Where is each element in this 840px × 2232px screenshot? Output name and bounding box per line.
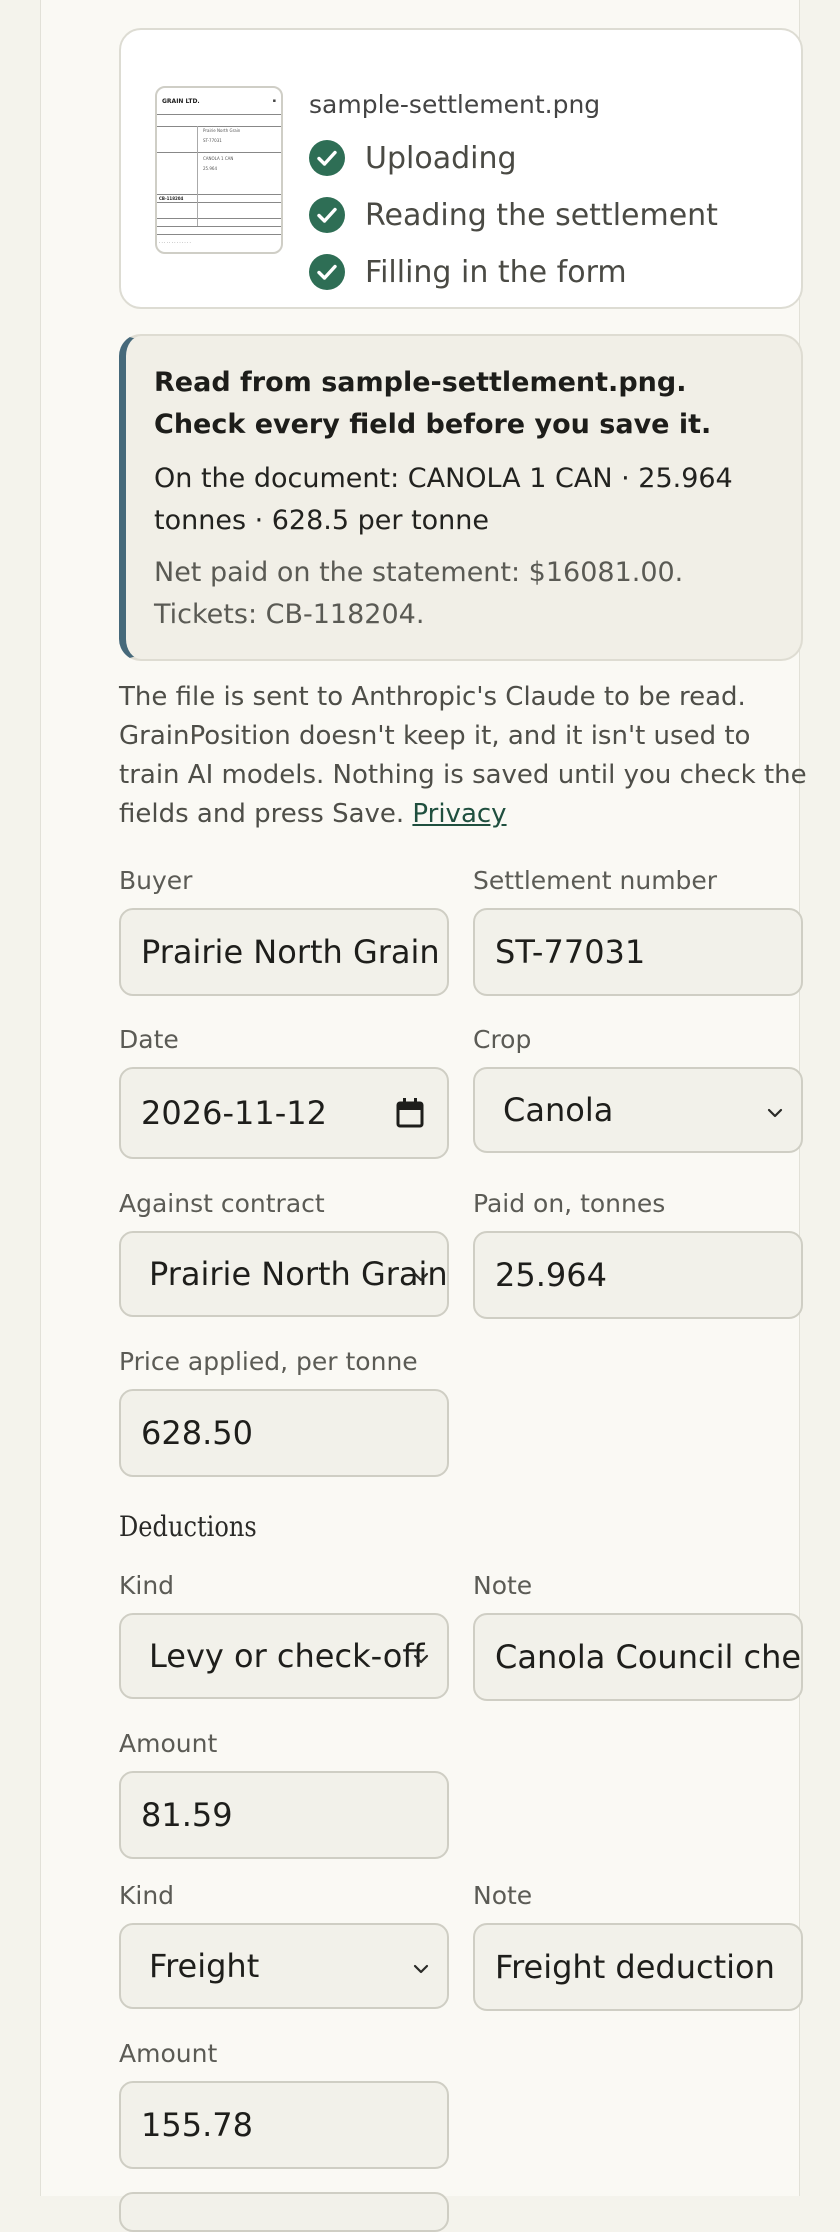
- step-label: Uploading: [365, 140, 517, 176]
- step-uploading: Uploading: [309, 138, 517, 178]
- thumbnail-corner-mark: ▪: [272, 98, 276, 104]
- tonnes-value: 25.964: [495, 1256, 607, 1294]
- deduction-kind-label: Kind: [119, 1571, 175, 1600]
- read-notice: Read from sample-settlement.png. Check e…: [119, 334, 803, 661]
- thumbnail-rule: [157, 194, 281, 195]
- upload-filename: sample-settlement.png: [309, 90, 601, 119]
- deduction-amount-label: Amount: [119, 2039, 218, 2068]
- deduction-note-value: Canola Council check-off: [495, 1638, 802, 1676]
- deduction-amount-input[interactable]: 155.78: [119, 2081, 449, 2169]
- settlement-number-value: ST-77031: [495, 933, 646, 971]
- deduction-note-input[interactable]: Canola Council check-off: [473, 1613, 803, 1701]
- price-input[interactable]: 628.50: [119, 1389, 449, 1477]
- thumbnail-line: Prairie North Grain: [203, 128, 241, 133]
- upload-status-card: GRAIN LTD. ▪ Prairie North Grain ST-7703…: [119, 28, 803, 309]
- step-label: Filling in the form: [365, 254, 627, 290]
- deduction-note-label: Note: [473, 1571, 533, 1600]
- deduction-kind-value: Freight: [149, 1947, 260, 1985]
- crop-value: Canola: [503, 1091, 614, 1129]
- date-label: Date: [119, 1025, 179, 1054]
- deduction-note-value: Freight deduction: [495, 1948, 775, 1986]
- deduction-kind-label: Kind: [119, 1881, 175, 1910]
- date-value: 2026-11-12: [141, 1094, 327, 1132]
- price-label: Price applied, per tonne: [119, 1347, 418, 1376]
- contract-label: Against contract: [119, 1189, 325, 1218]
- thumbnail-rule: [157, 218, 281, 219]
- tonnes-input[interactable]: 25.964: [473, 1231, 803, 1319]
- thumbnail-line: CANOLA 1 CAN: [203, 156, 234, 161]
- check-circle-icon: [309, 254, 345, 290]
- step-label: Reading the settlement: [365, 197, 718, 233]
- deduction-kind-value: Levy or check-off: [149, 1637, 425, 1675]
- thumbnail-line: CB-118204: [159, 196, 184, 201]
- thumbnail-rule: [157, 152, 281, 153]
- deduction-note-label: Note: [473, 1881, 533, 1910]
- check-circle-icon: [309, 140, 345, 176]
- chevron-down-icon: [413, 1959, 429, 1978]
- thumbnail-rule: [157, 226, 281, 227]
- deduction-kind-select[interactable]: Freight: [119, 1923, 449, 2009]
- calendar-icon[interactable]: [395, 1097, 425, 1133]
- thumbnail-column-rule: [197, 126, 198, 226]
- thumbnail-line: ST-77031: [203, 138, 222, 143]
- next-field-edge: [119, 2192, 449, 2232]
- thumbnail-header: GRAIN LTD.: [162, 98, 200, 105]
- chevron-down-icon: [413, 1267, 429, 1286]
- thumbnail-footer: · · · · · · · · · · · · ·: [159, 240, 191, 245]
- buyer-label: Buyer: [119, 866, 193, 895]
- deduction-amount-value: 155.78: [141, 2106, 253, 2144]
- check-circle-icon: [309, 197, 345, 233]
- tonnes-label: Paid on, tonnes: [473, 1189, 666, 1218]
- price-value: 628.50: [141, 1414, 253, 1452]
- settlement-number-input[interactable]: ST-77031: [473, 908, 803, 996]
- step-filling: Filling in the form: [309, 252, 627, 292]
- contract-select[interactable]: Prairie North Grain: [119, 1231, 449, 1317]
- notice-document-line: On the document: CANOLA 1 CAN · 25.964 t…: [154, 463, 733, 536]
- deduction-amount-label: Amount: [119, 1729, 218, 1758]
- date-input[interactable]: 2026-11-12: [119, 1067, 449, 1159]
- privacy-notice: The file is sent to Anthropic's Claude t…: [119, 678, 809, 834]
- thumbnail-rule: [157, 234, 281, 235]
- deduction-amount-input[interactable]: 81.59: [119, 1771, 449, 1859]
- thumbnail-line: 25.964: [203, 166, 217, 171]
- settlement-number-label: Settlement number: [473, 866, 718, 895]
- thumbnail-rule: [157, 114, 281, 115]
- thumbnail-rule: [157, 126, 281, 127]
- thumbnail-rule: [157, 202, 281, 203]
- chevron-down-icon: [413, 1649, 429, 1668]
- crop-label: Crop: [473, 1025, 532, 1054]
- deductions-heading: Deductions: [119, 1510, 257, 1543]
- deduction-amount-value: 81.59: [141, 1796, 233, 1834]
- notice-title: Read from sample-settlement.png. Check e…: [154, 367, 712, 440]
- contract-value: Prairie North Grain: [149, 1255, 448, 1293]
- buyer-value: Prairie North Grain Ltd.: [141, 933, 447, 971]
- chevron-down-icon: [767, 1103, 783, 1122]
- deduction-note-input[interactable]: Freight deduction: [473, 1923, 803, 2011]
- step-reading: Reading the settlement: [309, 195, 718, 235]
- buyer-input[interactable]: Prairie North Grain Ltd.: [119, 908, 449, 996]
- settlement-thumbnail[interactable]: GRAIN LTD. ▪ Prairie North Grain ST-7703…: [155, 86, 283, 254]
- deduction-kind-select[interactable]: Levy or check-off: [119, 1613, 449, 1699]
- notice-net-line: Net paid on the statement: $16081.00. Ti…: [154, 557, 684, 630]
- crop-select[interactable]: Canola: [473, 1067, 803, 1153]
- privacy-link[interactable]: Privacy: [412, 799, 506, 829]
- page: GRAIN LTD. ▪ Prairie North Grain ST-7703…: [40, 0, 807, 2232]
